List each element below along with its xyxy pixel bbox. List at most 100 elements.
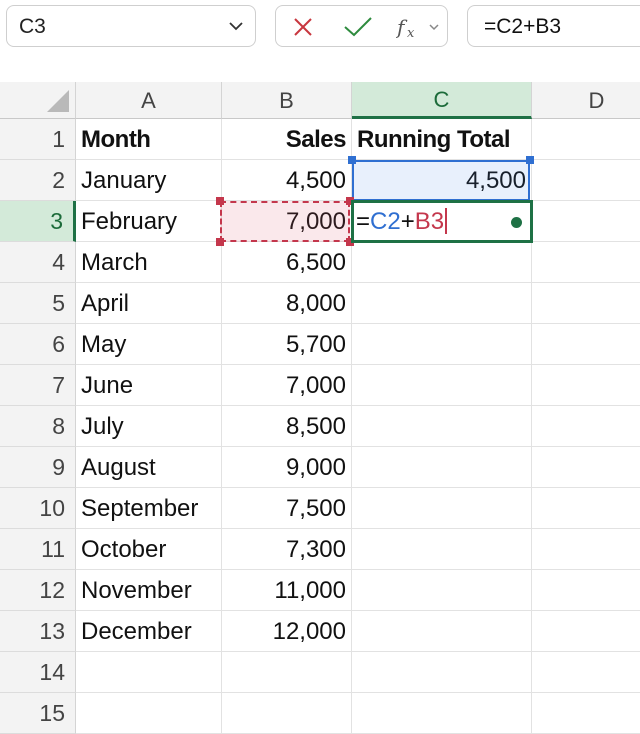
column-header-b[interactable]: B [222,82,352,119]
cell-b5[interactable]: 8,000 [222,283,352,324]
cell-b2[interactable]: 4,500 [222,160,352,201]
row-header-1[interactable]: 1 [0,119,76,160]
cell-c5[interactable] [352,283,532,324]
cell-b15[interactable] [222,693,352,734]
row-header-7[interactable]: 7 [0,365,76,406]
cell-a14[interactable] [76,652,222,693]
checkmark-icon[interactable] [343,15,373,39]
row-header-6[interactable]: 6 [0,324,76,365]
row-header-5[interactable]: 5 [0,283,76,324]
column-header-a[interactable]: A [76,82,222,119]
close-x-icon[interactable] [291,15,315,39]
cell-a3[interactable]: February [76,201,222,242]
resize-handle-icon[interactable] [216,197,224,205]
row-header-12[interactable]: 12 [0,570,76,611]
active-cell-c3-editor[interactable]: =C2+B3 [351,200,533,243]
cell-a5[interactable]: April [76,283,222,324]
cell-d12[interactable] [532,570,640,611]
formula-operator: + [400,208,415,235]
cell-a13[interactable]: December [76,611,222,652]
chevron-down-icon[interactable] [227,17,245,35]
cell-b6[interactable]: 5,700 [222,324,352,365]
row-header-8[interactable]: 8 [0,406,76,447]
formula-input-value: =C2+B3 [484,15,562,38]
svg-text:x: x [407,26,415,39]
cell-c10[interactable] [352,488,532,529]
cell-d8[interactable] [532,406,640,447]
cell-d7[interactable] [532,365,640,406]
cell-c15[interactable] [352,693,532,734]
row-header-4[interactable]: 4 [0,242,76,283]
formula-toolbar: C3 f x =C2+B3 [0,0,640,64]
cell-b11[interactable]: 7,300 [222,529,352,570]
cell-a9[interactable]: August [76,447,222,488]
cell-d10[interactable] [532,488,640,529]
select-all-corner[interactable] [0,82,76,119]
cell-a10[interactable]: September [76,488,222,529]
cell-c13[interactable] [352,611,532,652]
cell-d3[interactable] [532,201,640,242]
resize-handle-icon[interactable] [526,156,534,164]
cell-a1[interactable]: Month [76,119,222,160]
row-header-15[interactable]: 15 [0,693,76,734]
cell-c11[interactable] [352,529,532,570]
cell-a11[interactable]: October [76,529,222,570]
row-header-11[interactable]: 11 [0,529,76,570]
row-header-14[interactable]: 14 [0,652,76,693]
cell-c7[interactable] [352,365,532,406]
cell-c4[interactable] [352,242,532,283]
fill-handle-icon[interactable] [511,217,522,228]
row-header-9[interactable]: 9 [0,447,76,488]
formula-equals: = [356,208,371,235]
cell-c14[interactable] [352,652,532,693]
reference-highlight-c2 [352,160,530,201]
cell-edit-formula: =C2+B3 [356,203,448,240]
cell-d11[interactable] [532,529,640,570]
row-header-3[interactable]: 3 [0,201,76,242]
cell-d5[interactable] [532,283,640,324]
resize-handle-icon[interactable] [216,238,224,246]
cell-c6[interactable] [352,324,532,365]
cell-b10[interactable]: 7,500 [222,488,352,529]
cell-b12[interactable]: 11,000 [222,570,352,611]
cell-b13[interactable]: 12,000 [222,611,352,652]
cell-d13[interactable] [532,611,640,652]
cell-d14[interactable] [532,652,640,693]
cell-b4[interactable]: 6,500 [222,242,352,283]
name-box-value: C3 [19,15,46,38]
cell-d15[interactable] [532,693,640,734]
column-header-c[interactable]: C [352,82,532,119]
cell-a7[interactable]: June [76,365,222,406]
fx-icon[interactable]: f x [396,15,442,39]
cell-b14[interactable] [222,652,352,693]
row-header-2[interactable]: 2 [0,160,76,201]
cell-d6[interactable] [532,324,640,365]
cell-b9[interactable]: 9,000 [222,447,352,488]
cell-a2[interactable]: January [76,160,222,201]
cell-d1[interactable] [532,119,640,160]
cell-a4[interactable]: March [76,242,222,283]
cell-b8[interactable]: 8,500 [222,406,352,447]
cell-a6[interactable]: May [76,324,222,365]
cell-c8[interactable] [352,406,532,447]
cell-c9[interactable] [352,447,532,488]
formula-input[interactable]: =C2+B3 [467,5,640,47]
cell-d2[interactable] [532,160,640,201]
row-header-13[interactable]: 13 [0,611,76,652]
cell-d4[interactable] [532,242,640,283]
cell-c12[interactable] [352,570,532,611]
cell-a8[interactable]: July [76,406,222,447]
cell-b1[interactable]: Sales [222,119,352,160]
resize-handle-icon[interactable] [348,156,356,164]
name-box[interactable]: C3 [6,5,256,47]
text-cursor [445,208,448,234]
formula-ref-c2: C2 [370,208,401,235]
row-header-10[interactable]: 10 [0,488,76,529]
column-header-d[interactable]: D [532,82,640,119]
formula-ref-b3: B3 [414,208,445,235]
cell-a15[interactable] [76,693,222,734]
cell-c1[interactable]: Running Total [352,119,532,160]
cell-a12[interactable]: November [76,570,222,611]
cell-d9[interactable] [532,447,640,488]
cell-b7[interactable]: 7,000 [222,365,352,406]
